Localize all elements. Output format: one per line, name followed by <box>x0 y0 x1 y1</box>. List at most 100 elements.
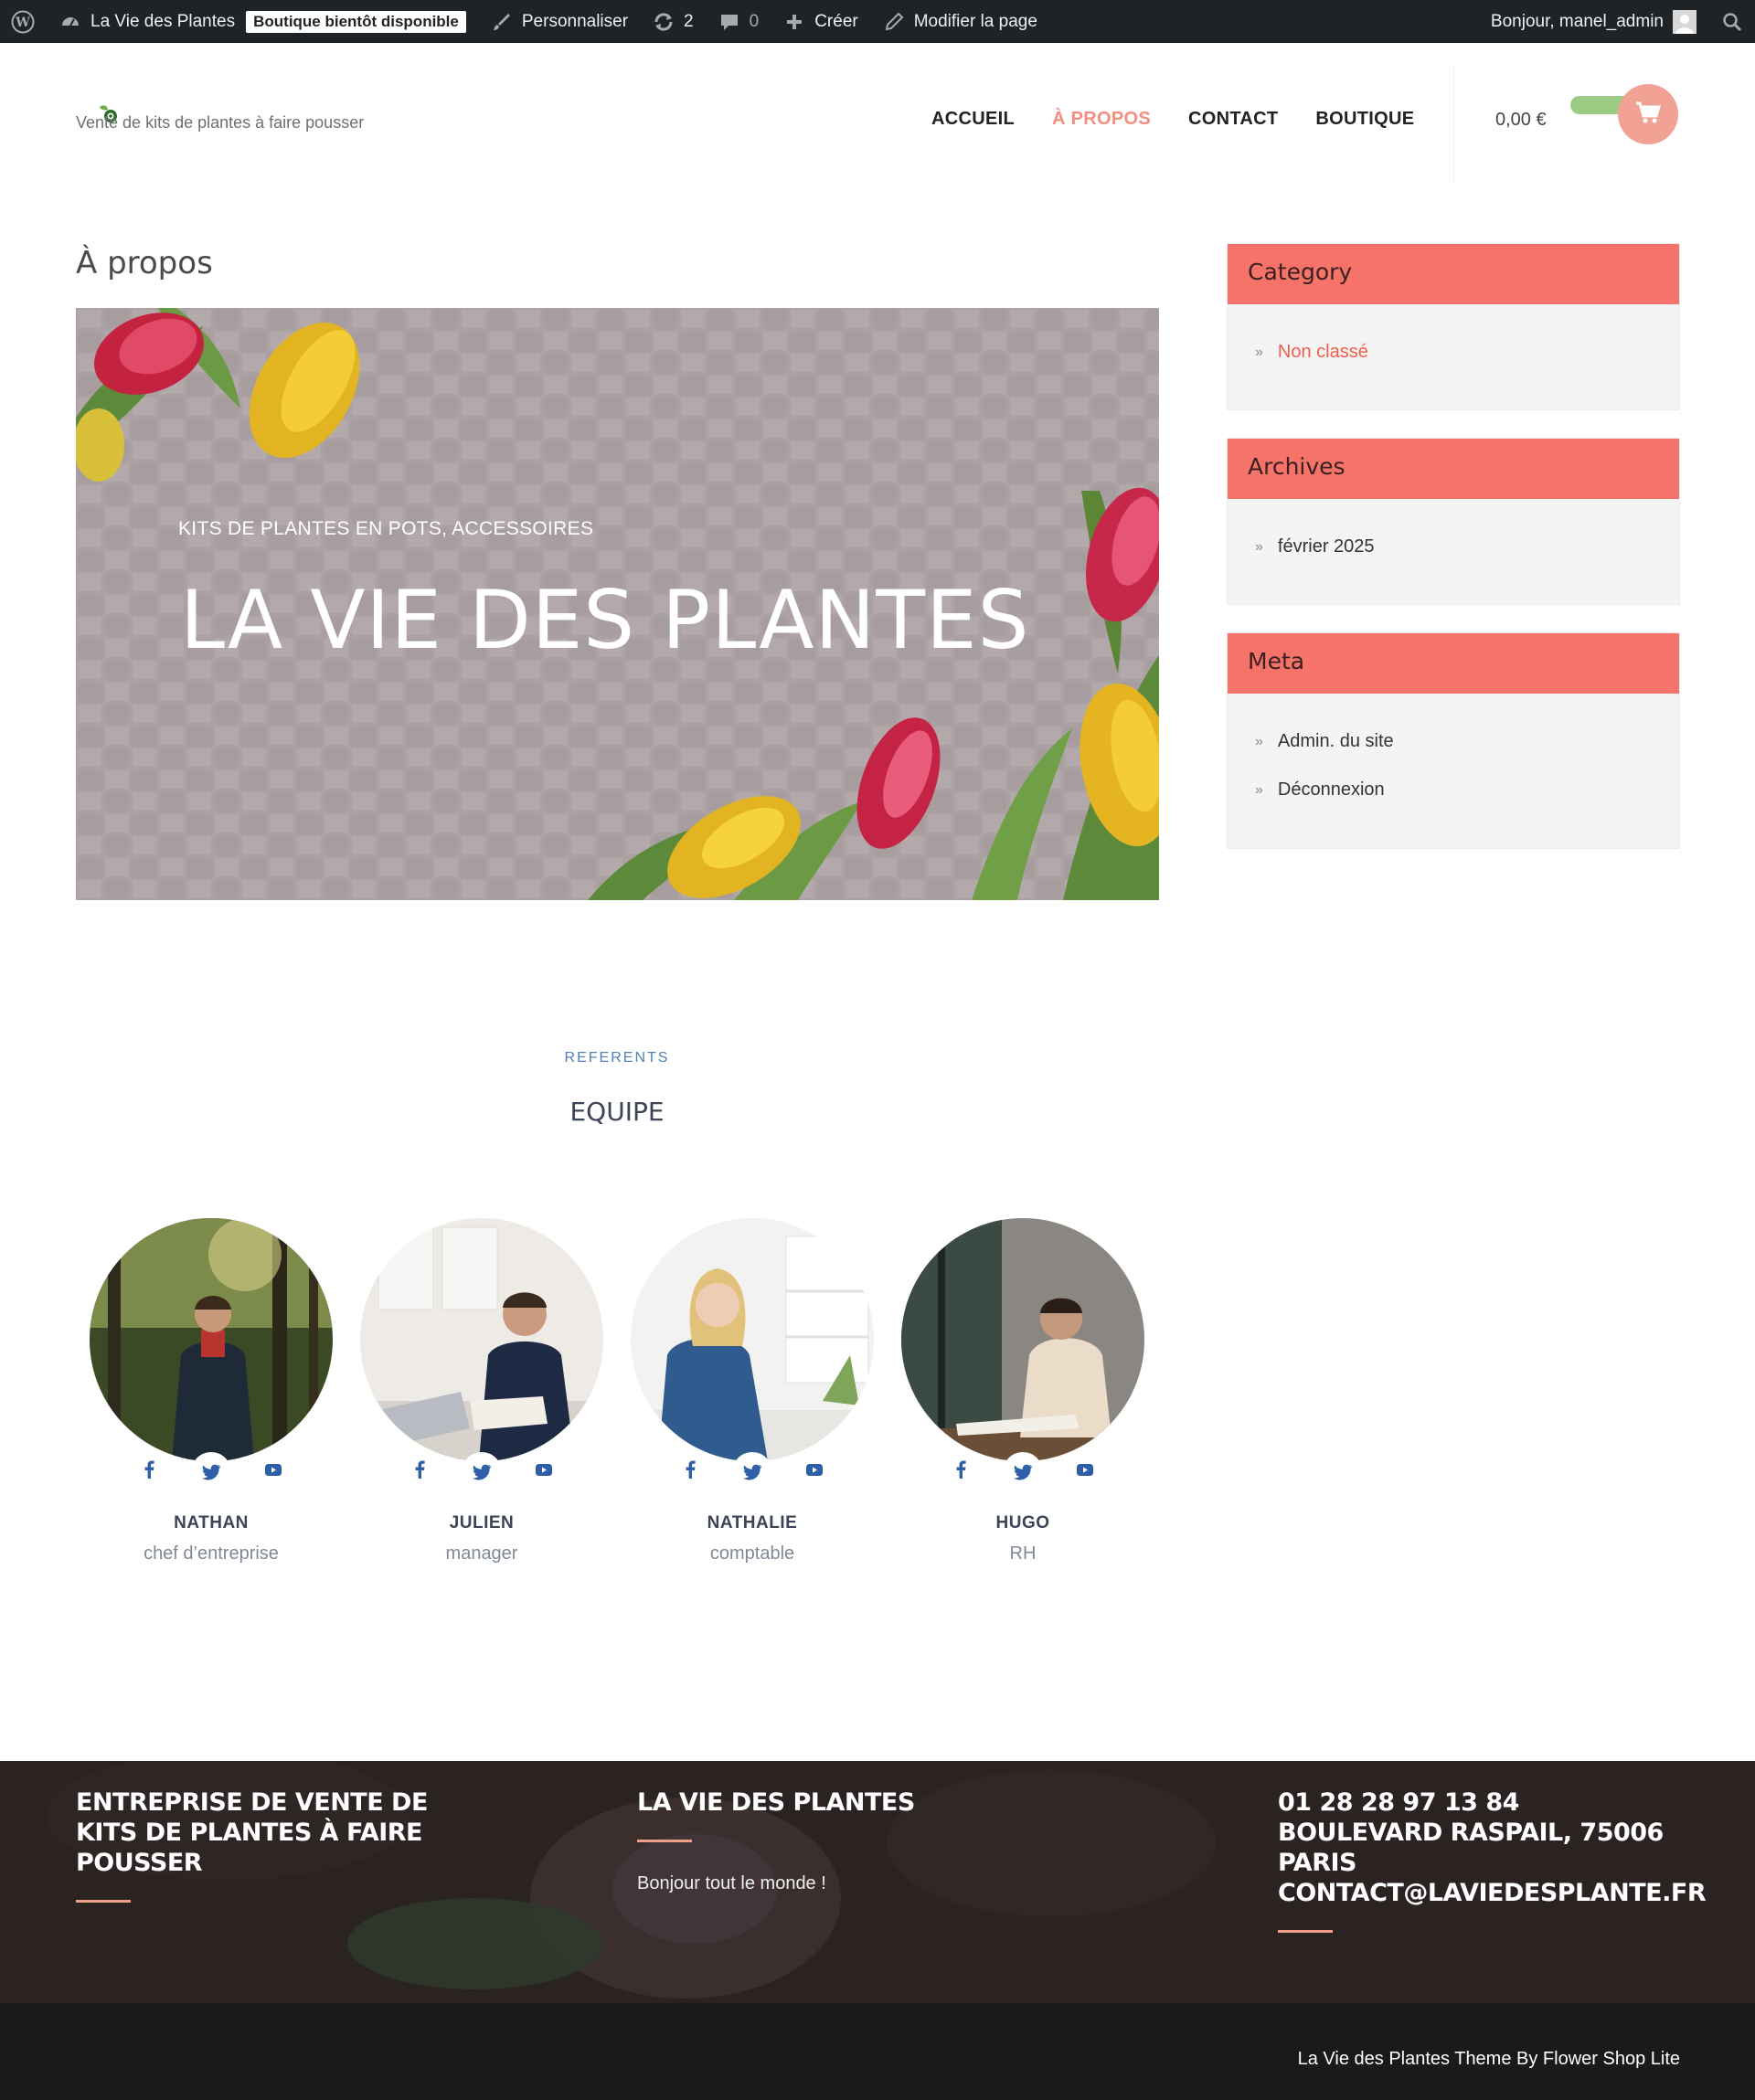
youtube-icon[interactable] <box>534 1459 554 1480</box>
meta-logout-link[interactable]: » Déconnexion <box>1255 766 1652 814</box>
footer-column-site: LA VIE DES PLANTES Bonjour tout le monde… <box>637 1787 1003 1894</box>
meta-admin-link[interactable]: » Admin. du site <box>1255 717 1652 766</box>
edit-page-label: Modifier la page <box>913 11 1037 31</box>
footer-credit[interactable]: La Vie des Plantes Theme By Flower Shop … <box>1298 2049 1680 2070</box>
archive-label: février 2025 <box>1277 536 1375 557</box>
facebook-icon[interactable] <box>410 1459 430 1480</box>
nav-accueil[interactable]: ACCUEIL <box>931 109 1015 130</box>
team-member-nathan: NATHAN chef d’entreprise <box>90 1218 333 1565</box>
member-photo <box>631 1218 874 1461</box>
youtube-icon[interactable] <box>263 1459 283 1480</box>
customize-label: Personnaliser <box>521 11 629 31</box>
site-name-menu[interactable]: La Vie des Plantes Boutique bientôt disp… <box>47 0 478 43</box>
footer-column-about: ENTREPRISE DE VENTE DE KITS DE PLANTES À… <box>76 1787 478 1903</box>
facebook-icon[interactable] <box>139 1459 159 1480</box>
member-socials <box>901 1452 1144 1500</box>
team-member-nathalie: NATHALIE comptable <box>631 1218 874 1565</box>
hero-subtitle: KITS DE PLANTES EN POTS, ACCESSOIRES <box>178 518 594 539</box>
member-role: comptable <box>709 1543 795 1564</box>
comments-count: 0 <box>749 11 760 31</box>
twitter-icon[interactable] <box>191 1452 231 1492</box>
member-photo <box>901 1218 1144 1461</box>
coming-soon-badge[interactable]: Boutique bientôt disponible <box>246 10 466 33</box>
member-socials <box>631 1452 874 1500</box>
category-label: Non classé <box>1277 342 1368 362</box>
member-name: NATHAN <box>174 1513 249 1533</box>
greeting: Bonjour, manel_admin <box>1490 11 1664 31</box>
member-role: manager <box>445 1543 518 1564</box>
twitter-icon[interactable] <box>1003 1452 1043 1492</box>
search-icon <box>1720 10 1744 34</box>
footer-bottom-bar: La Vie des Plantes Theme By Flower Shop … <box>0 2003 1755 2100</box>
create-menu[interactable]: Créer <box>771 0 870 43</box>
footer-about-title: ENTREPRISE DE VENTE DE KITS DE PLANTES À… <box>76 1788 428 1877</box>
comments-link[interactable]: 0 <box>706 0 771 43</box>
hero-title: LA VIE DES PLANTES <box>180 573 1030 667</box>
site-name: La Vie des Plantes <box>90 11 236 31</box>
member-role: chef d’entreprise <box>144 1543 279 1564</box>
widget-title: Archives <box>1228 439 1679 499</box>
twitter-icon[interactable] <box>462 1452 502 1492</box>
site-tagline: Vente de kits de plantes à faire pousser <box>76 113 365 132</box>
dashboard-icon <box>58 10 82 34</box>
member-name: NATHALIE <box>707 1513 798 1533</box>
footer-divider <box>1278 1930 1333 1933</box>
widget-archives: Archives » février 2025 <box>1227 438 1680 605</box>
updates-count: 2 <box>684 11 694 31</box>
member-name: JULIEN <box>449 1513 515 1533</box>
cart-icon <box>1635 101 1662 129</box>
member-role: RH <box>1009 1543 1037 1564</box>
admin-search-button[interactable] <box>1708 0 1755 43</box>
brush-icon <box>490 10 514 34</box>
hero-banner: KITS DE PLANTES EN POTS, ACCESSOIRES LA … <box>76 308 1159 900</box>
youtube-icon[interactable] <box>804 1459 824 1480</box>
widget-title: Category <box>1228 244 1679 304</box>
meta-logout-label: Déconnexion <box>1277 780 1385 800</box>
avatar <box>1673 9 1696 34</box>
admin-bar: W La Vie des Plantes Boutique bientôt di… <box>0 0 1755 43</box>
category-link[interactable]: » Non classé <box>1255 328 1652 377</box>
team-member-hugo: HUGO RH <box>901 1218 1144 1565</box>
footer-divider <box>76 1900 131 1903</box>
twitter-icon[interactable] <box>732 1452 772 1492</box>
customize-link[interactable]: Personnaliser <box>478 0 640 43</box>
wordpress-icon: W <box>11 10 35 34</box>
member-socials <box>90 1452 333 1500</box>
chevron-right-icon: » <box>1255 344 1263 360</box>
plus-icon <box>782 10 806 34</box>
widget-meta: Meta » Admin. du site » Déconnexion <box>1227 632 1680 849</box>
updates-link[interactable]: 2 <box>640 0 706 43</box>
footer-recent-post[interactable]: Bonjour tout le monde ! <box>637 1873 1003 1894</box>
edit-page-link[interactable]: Modifier la page <box>870 0 1049 43</box>
cart-total[interactable]: 0,00 € <box>1495 110 1547 131</box>
site-footer: ENTREPRISE DE VENTE DE KITS DE PLANTES À… <box>0 1761 1755 2003</box>
member-photo <box>360 1218 603 1461</box>
my-account-menu[interactable]: Bonjour, manel_admin <box>1479 0 1708 43</box>
facebook-icon[interactable] <box>680 1459 700 1480</box>
nav-boutique[interactable]: BOUTIQUE <box>1315 109 1414 130</box>
updates-icon <box>652 10 675 34</box>
youtube-icon[interactable] <box>1075 1459 1095 1480</box>
footer-column-contact: 01 28 28 97 13 84 BOULEVARD RASPAIL, 750… <box>1278 1787 1707 1933</box>
member-name: HUGO <box>995 1513 1050 1533</box>
widget-category: Category » Non classé <box>1227 243 1680 410</box>
team-member-julien: JULIEN manager <box>360 1218 603 1565</box>
cart-button[interactable] <box>1618 84 1678 144</box>
member-photo <box>90 1218 333 1461</box>
member-socials <box>360 1452 603 1500</box>
footer-site-title: LA VIE DES PLANTES <box>637 1788 915 1817</box>
comment-icon <box>718 10 741 34</box>
svg-text:W: W <box>15 16 30 30</box>
team-kicker: REFERENTS <box>564 1050 670 1066</box>
archive-link[interactable]: » février 2025 <box>1255 523 1652 571</box>
facebook-icon[interactable] <box>951 1459 971 1480</box>
nav-a-propos[interactable]: À PROPOS <box>1052 109 1151 130</box>
footer-contact-title: 01 28 28 97 13 84 BOULEVARD RASPAIL, 750… <box>1278 1788 1707 1907</box>
header-divider <box>1453 64 1454 183</box>
meta-admin-label: Admin. du site <box>1277 731 1394 751</box>
nav-contact[interactable]: CONTACT <box>1188 109 1278 130</box>
main-navigation: ACCUEIL À PROPOS CONTACT BOUTIQUE <box>931 109 1414 130</box>
chevron-right-icon: » <box>1255 733 1263 749</box>
pencil-icon <box>882 10 906 34</box>
wordpress-logo-menu[interactable]: W <box>0 0 47 43</box>
